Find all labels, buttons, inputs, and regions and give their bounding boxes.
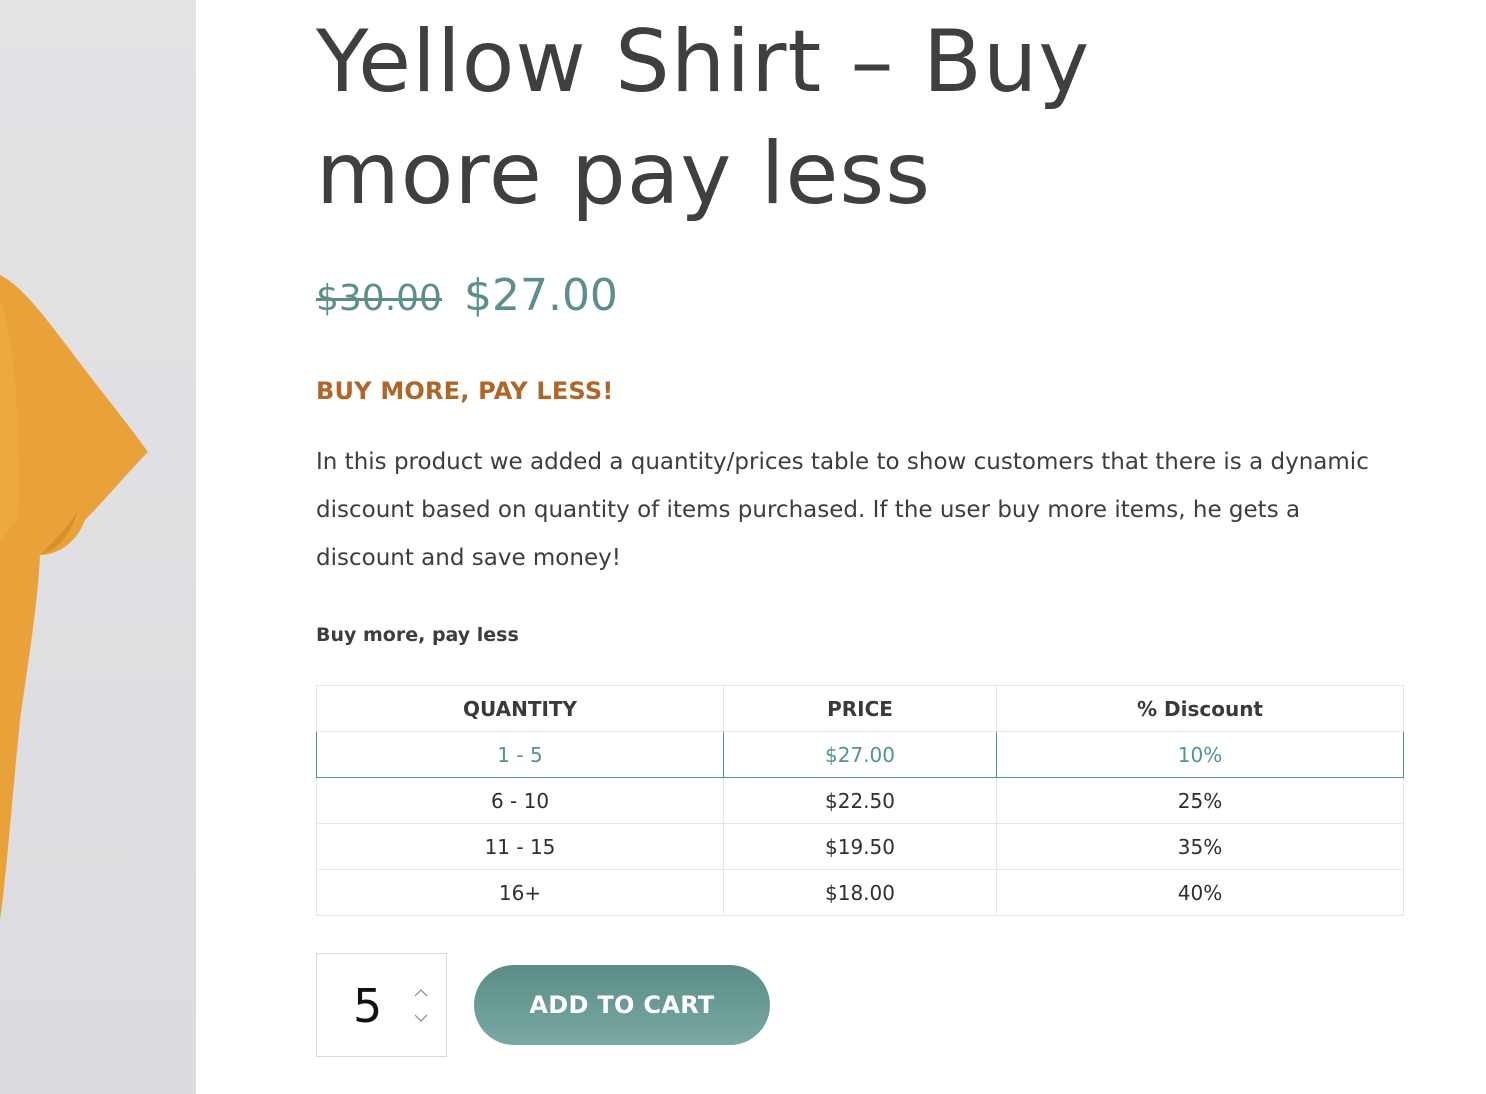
row-discount: 10% [996, 731, 1404, 778]
header-quantity: QUANTITY [316, 685, 724, 732]
row-discount: 40% [996, 869, 1404, 916]
product-description: In this product we added a quantity/pric… [316, 449, 1369, 571]
row-quantity: 16+ [316, 869, 724, 916]
row-price: $22.50 [723, 777, 997, 824]
table-row[interactable]: 16+ $18.00 40% [316, 869, 1404, 916]
row-quantity: 11 - 15 [316, 823, 724, 870]
table-row[interactable]: 6 - 10 $22.50 25% [316, 777, 1404, 824]
header-discount: % Discount [996, 685, 1404, 732]
row-price: $27.00 [723, 731, 997, 778]
quantity-input[interactable]: 5 [353, 978, 382, 1034]
row-price: $18.00 [723, 869, 997, 916]
table-row[interactable]: 1 - 5 $27.00 10% [316, 731, 1404, 778]
add-to-cart-form: 5 ADD TO CART [316, 953, 770, 1057]
regular-price: $30.00 [316, 278, 442, 319]
quantity-price-table: QUANTITY PRICE % Discount 1 - 5 $27.00 1… [316, 685, 1404, 916]
promo-heading: BUY MORE, PAY LESS! [316, 377, 614, 405]
price-row: $30.00 $27.00 [316, 270, 618, 330]
yellow-shirt-image [0, 275, 148, 920]
row-price: $19.50 [723, 823, 997, 870]
table-row[interactable]: 11 - 15 $19.50 35% [316, 823, 1404, 870]
chevron-up-icon[interactable] [414, 988, 428, 998]
add-to-cart-button[interactable]: ADD TO CART [474, 965, 770, 1045]
table-header-row: QUANTITY PRICE % Discount [316, 685, 1404, 732]
row-discount: 25% [996, 777, 1404, 824]
chevron-down-icon[interactable] [414, 1013, 428, 1023]
sale-price: $27.00 [463, 270, 618, 321]
product-title: Yellow Shirt – Buy more pay less [316, 12, 1091, 224]
header-price: PRICE [723, 685, 997, 732]
product-page: Yellow Shirt – Buy more pay less $30.00 … [0, 0, 1486, 1094]
product-image[interactable] [0, 0, 196, 1094]
quantity-stepper[interactable]: 5 [316, 953, 447, 1057]
row-quantity: 6 - 10 [316, 777, 724, 824]
row-quantity: 1 - 5 [316, 731, 724, 778]
row-discount: 35% [996, 823, 1404, 870]
tier-table-caption: Buy more, pay less [316, 624, 519, 646]
